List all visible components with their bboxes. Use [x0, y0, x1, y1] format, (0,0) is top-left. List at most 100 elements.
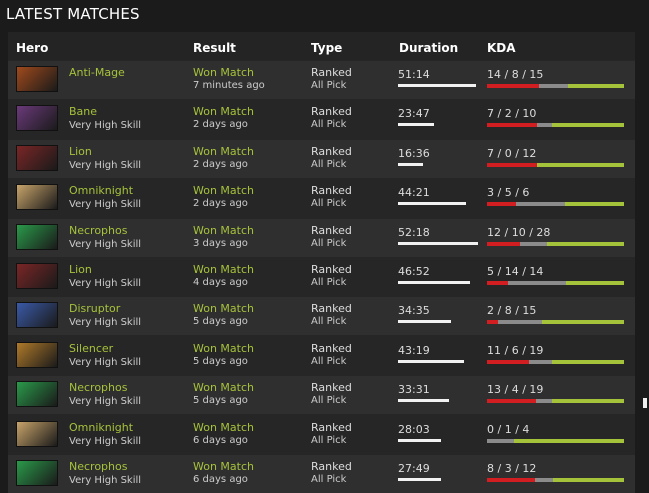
kills-segment	[487, 162, 538, 167]
hero-name-link[interactable]: Anti-Mage	[69, 66, 125, 79]
table-row[interactable]: Necrophos Very High Skill Won Match 3 days …	[8, 218, 635, 257]
hero-name-link[interactable]: Necrophos	[69, 460, 127, 473]
kda-text: 7 / 0 / 12	[487, 146, 537, 160]
kda-text: 13 / 4 / 19	[487, 383, 544, 397]
assists-segment	[547, 241, 624, 246]
kda-text: 11 / 6 / 19	[487, 343, 544, 357]
table-row[interactable]: Lion Very High Skill Won Match 4 days ago Ra…	[8, 258, 635, 296]
hero-name-link[interactable]: Necrophos	[69, 224, 127, 237]
table-row[interactable]: Bane Very High Skill Won Match 2 days ago Ra…	[8, 100, 635, 139]
hero-name-link[interactable]: Lion	[69, 263, 92, 276]
match-result-link[interactable]: Won Match	[193, 460, 254, 473]
table-row[interactable]: Disruptor Very High Skill Won Match 5 days …	[8, 297, 635, 336]
table-row[interactable]: Necrophos Very High Skill Won Match 5 days …	[8, 376, 635, 415]
deaths-segment	[538, 84, 569, 88]
kills-segment	[487, 241, 520, 246]
hero-name-link[interactable]: Omniknight	[69, 421, 133, 434]
kills-segment	[487, 399, 537, 404]
duration-bar	[398, 162, 423, 166]
skill-bracket: Very High Skill	[69, 238, 142, 250]
hero-avatar[interactable]	[16, 381, 58, 408]
hero-avatar[interactable]	[16, 105, 58, 132]
skill-bracket: Very High Skill	[69, 120, 142, 132]
kda-bar	[487, 438, 624, 443]
assists-segment	[565, 202, 624, 207]
kda-text: 8 / 3 / 12	[487, 462, 537, 475]
game-mode: All Pick	[311, 277, 347, 288]
hero-name-link[interactable]: Omniknight	[69, 184, 133, 197]
match-result-link[interactable]: Won Match	[193, 302, 254, 315]
header-result: Result	[193, 41, 236, 55]
assists-segment	[514, 438, 624, 443]
deaths-segment	[534, 478, 553, 482]
match-result-link[interactable]: Won Match	[193, 66, 254, 79]
table-header: Hero Result Type Duration KDA	[8, 32, 635, 60]
game-mode: All Pick	[311, 316, 347, 328]
hero-avatar[interactable]	[16, 66, 58, 92]
hero-name-link[interactable]: Necrophos	[69, 381, 127, 394]
match-time: 4 days ago	[193, 277, 248, 288]
kda-bar	[487, 320, 624, 325]
table-row[interactable]: Anti-Mage Won Match 7 minutes ago Ranked All…	[8, 61, 635, 99]
match-time: 7 minutes ago	[193, 80, 265, 91]
deaths-segment	[487, 438, 515, 443]
hero-avatar[interactable]	[16, 184, 58, 211]
header-type: Type	[311, 41, 343, 55]
match-duration: 16:36	[398, 146, 430, 160]
kda-bar	[487, 84, 625, 88]
kda-text: 0 / 1 / 4	[487, 422, 530, 436]
match-duration: 33:31	[398, 383, 430, 397]
match-time: 2 days ago	[193, 158, 248, 170]
skill-bracket: Very High Skill	[69, 475, 142, 486]
match-result-link[interactable]: Won Match	[193, 184, 254, 197]
game-mode: All Pick	[311, 237, 347, 249]
table-row[interactable]: Omniknight Very High Skill Won Match 2 days…	[8, 179, 635, 218]
duration-bar	[398, 438, 441, 442]
match-time: 5 days ago	[193, 355, 248, 367]
kda-text: 12 / 10 / 28	[487, 225, 551, 239]
kills-segment	[487, 84, 539, 88]
lobby-type: Ranked	[311, 184, 352, 198]
duration-bar	[398, 123, 434, 127]
deaths-segment	[528, 359, 552, 364]
game-mode: All Pick	[311, 158, 347, 170]
match-result-link[interactable]: Won Match	[193, 224, 254, 237]
match-result-link[interactable]: Won Match	[193, 145, 254, 158]
hero-name-link[interactable]: Silencer	[69, 342, 113, 355]
skill-bracket: Very High Skill	[69, 435, 142, 447]
match-result-link[interactable]: Won Match	[193, 342, 254, 355]
hero-avatar[interactable]	[16, 302, 58, 329]
table-row[interactable]: Omniknight Very High Skill Won Match 6 days…	[8, 415, 635, 454]
kda-text: 14 / 8 / 15	[487, 68, 544, 81]
hero-avatar[interactable]	[16, 341, 58, 368]
match-result-link[interactable]: Won Match	[193, 263, 254, 276]
hero-avatar[interactable]	[16, 420, 58, 447]
skill-bracket: Very High Skill	[69, 159, 142, 171]
match-time: 6 days ago	[193, 434, 248, 446]
match-time: 2 days ago	[193, 198, 248, 210]
lobby-type: Ranked	[311, 420, 352, 434]
hero-name-link[interactable]: Lion	[69, 145, 92, 158]
assists-segment	[568, 84, 625, 88]
match-result-link[interactable]: Won Match	[193, 381, 254, 394]
match-result-link[interactable]: Won Match	[193, 105, 254, 118]
table-row[interactable]: Silencer Very High Skill Won Match 5 days a…	[8, 336, 635, 375]
match-time: 3 days ago	[193, 237, 248, 249]
kda-text: 7 / 2 / 10	[487, 107, 537, 121]
lobby-type: Ranked	[311, 381, 352, 395]
page-title: LATEST MATCHES	[6, 5, 140, 23]
match-time: 2 days ago	[193, 119, 248, 131]
hero-name-link[interactable]: Disruptor	[69, 302, 120, 315]
table-row[interactable]: Lion Very High Skill Won Match 2 days ago Ra…	[8, 139, 635, 178]
hero-avatar[interactable]	[16, 460, 58, 486]
kda-bar	[487, 241, 624, 246]
lobby-type: Ranked	[311, 144, 352, 158]
hero-avatar[interactable]	[16, 144, 58, 171]
deaths-segment	[536, 399, 552, 404]
table-row[interactable]: Necrophos Very High Skill Won Match 6 days …	[8, 455, 635, 493]
hero-avatar[interactable]	[16, 263, 58, 289]
hero-avatar[interactable]	[16, 223, 58, 250]
match-result-link[interactable]: Won Match	[193, 421, 254, 434]
game-mode: All Pick	[311, 355, 347, 367]
hero-name-link[interactable]: Bane	[69, 105, 97, 118]
